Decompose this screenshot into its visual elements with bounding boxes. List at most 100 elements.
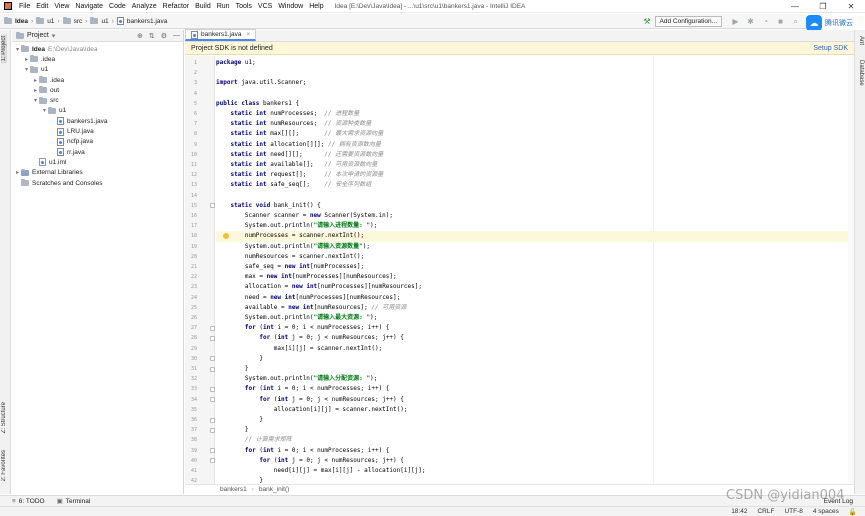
code-line[interactable]: Scanner scanner = new Scanner(System.in)… — [216, 211, 854, 221]
code-line[interactable]: numProcesses = scanner.nextInt(); — [216, 231, 854, 242]
breadcrumb-item[interactable]: Idea — [15, 18, 28, 25]
code-line[interactable]: } — [216, 425, 854, 435]
menu-item-analyze[interactable]: Analyze — [129, 3, 160, 10]
chevron-down-icon[interactable]: ▾ — [41, 107, 48, 114]
fold-marker-icon[interactable] — [210, 325, 215, 331]
code-line[interactable]: for (int j = 0; j < numResources; j++) { — [216, 395, 854, 405]
gear-icon[interactable]: ⚙ — [161, 32, 167, 40]
code-line[interactable]: System.out.println("请输入进程数量: "); — [216, 221, 854, 231]
code-line[interactable]: } — [216, 415, 854, 425]
code-line[interactable]: max = new int[numProcesses][numResources… — [216, 272, 854, 282]
tree-item[interactable]: ▸ .idea — [12, 54, 183, 64]
tree-item[interactable]: ▸Scratches and Consoles — [12, 178, 183, 188]
tree-item[interactable]: ▸ out — [12, 85, 183, 95]
lock-icon[interactable]: 🔓 — [849, 508, 857, 516]
code-line[interactable] — [216, 68, 854, 78]
breadcrumb-item[interactable]: src — [74, 18, 83, 25]
code-line[interactable]: for (int i = 0; i < numProcesses; i++) { — [216, 384, 854, 394]
editor-scrollbar[interactable] — [848, 56, 854, 486]
code-line[interactable]: static int request[]; // 本次申请的资源量 — [216, 170, 854, 180]
code-line[interactable]: static int safe_seq[]; // 安全序列数组 — [216, 180, 854, 190]
close-tab-icon[interactable]: × — [246, 31, 250, 38]
tree-item[interactable]: ▸ .idea — [12, 75, 183, 85]
breadcrumb-item[interactable]: u1 — [47, 18, 54, 25]
menu-item-build[interactable]: Build — [192, 3, 214, 10]
project-panel-title[interactable]: Project — [27, 32, 49, 39]
chevron-down-icon[interactable]: ▾ — [32, 97, 39, 104]
code-line[interactable] — [216, 191, 854, 201]
tree-item[interactable]: ▸ External Libraries — [12, 168, 183, 178]
line-separator[interactable]: CRLF — [757, 508, 774, 515]
code-line[interactable]: max[i][j] = scanner.nextInt(); — [216, 344, 854, 354]
tree-item[interactable]: ▾ src — [12, 95, 183, 105]
code-line[interactable]: need = new int[numProcesses][numResource… — [216, 293, 854, 303]
breadcrumb-item[interactable]: u1 — [101, 18, 108, 25]
todo-tab[interactable]: ≡ 6: TODO — [12, 498, 45, 505]
minimize-icon[interactable]: — — [781, 0, 809, 13]
menu-item-file[interactable]: File — [16, 3, 33, 10]
coverage-icon[interactable]: ◔ — [761, 17, 770, 26]
stop-icon[interactable]: ■ — [776, 17, 785, 26]
menu-item-window[interactable]: Window — [275, 3, 306, 10]
code-line[interactable]: allocation[i][j] = scanner.nextInt(); — [216, 405, 854, 415]
run-icon[interactable]: ▶ — [731, 17, 740, 26]
tree-item[interactable]: ▸ncfp.java — [12, 137, 183, 147]
menu-item-edit[interactable]: Edit — [33, 3, 51, 10]
menu-item-view[interactable]: View — [51, 3, 72, 10]
code-line[interactable]: static int numProcesses; // 进程数量 — [216, 109, 854, 119]
code-line[interactable]: System.out.println("请输入分配资源: "); — [216, 374, 854, 384]
chevron-right-icon[interactable]: ▸ — [14, 169, 21, 176]
fold-marker-icon[interactable] — [210, 203, 215, 209]
code-line[interactable]: // 计算需求矩阵 — [216, 435, 854, 445]
tab-project[interactable]: 1: Project — [1, 34, 7, 64]
code-line[interactable]: System.out.println("请输入最大资源: "); — [216, 313, 854, 323]
code-line[interactable]: allocation = new int[numProcesses][numRe… — [216, 282, 854, 292]
chevron-down-icon[interactable]: ▾ — [14, 46, 21, 53]
caret-position[interactable]: 18:42 — [731, 508, 747, 515]
code-line[interactable]: for (int i = 0; i < numProcesses; i++) { — [216, 323, 854, 333]
menu-item-navigate[interactable]: Navigate — [72, 3, 106, 10]
locate-icon[interactable]: ⊕ — [137, 32, 143, 40]
code-line[interactable]: for (int j = 0; j < numResources; j++) { — [216, 333, 854, 343]
code-line[interactable]: static void bank_init() { — [216, 201, 854, 211]
code-line[interactable]: available = new int[numResources]; // 可用… — [216, 303, 854, 313]
fold-marker-icon[interactable] — [210, 448, 215, 454]
code-line[interactable] — [216, 89, 854, 99]
menu-item-vcs[interactable]: VCS — [255, 3, 275, 10]
chevron-down-icon[interactable]: ▾ — [52, 32, 56, 40]
code-line[interactable]: safe_seq = new int[numProcesses]; — [216, 262, 854, 272]
chevron-right-icon[interactable]: ▸ — [32, 77, 39, 84]
debug-icon[interactable]: ✱ — [746, 17, 755, 26]
collapse-all-icon[interactable]: ⇅ — [149, 32, 155, 40]
code-line[interactable]: for (int j = 0; j < numResources; j++) { — [216, 456, 854, 466]
fold-marker-icon[interactable] — [210, 417, 215, 423]
tab-ant[interactable]: Ant — [858, 36, 864, 45]
maximize-icon[interactable]: ❐ — [809, 0, 837, 13]
menu-item-run[interactable]: Run — [214, 3, 233, 10]
code-line[interactable]: package u1; — [216, 58, 854, 68]
terminal-tab[interactable]: ▣ Terminal — [57, 497, 91, 506]
setup-sdk-link[interactable]: Setup SDK — [813, 45, 848, 52]
code-line[interactable]: } — [216, 364, 854, 374]
code-line[interactable]: static int max[][]; // 最大需求资源向量 — [216, 129, 854, 139]
tree-item[interactable]: ▾ Idea E:\Dev\Java\Idea — [12, 44, 183, 54]
code-line[interactable]: System.out.println("请输入资源数量"); — [216, 242, 854, 252]
code-area[interactable]: 1 2 3 4 5 6 7 8 9 10 11 12 13 14 15 16 17 18 19 20 21 22 23 24 2… — [185, 56, 854, 486]
fold-marker-icon[interactable] — [210, 356, 215, 362]
menu-item-code[interactable]: Code — [106, 3, 129, 10]
breadcrumb-item[interactable]: bankers1.java — [127, 18, 167, 25]
tree-item[interactable]: ▾ u1 — [12, 106, 183, 116]
code-line[interactable]: static int numResources; // 资源种类数量 — [216, 119, 854, 129]
fold-marker-icon[interactable] — [210, 458, 215, 464]
fold-marker-icon[interactable] — [210, 366, 215, 372]
add-configuration-button[interactable]: Add Configuration... — [654, 16, 722, 27]
tab-database[interactable]: Database — [858, 60, 864, 86]
code-line[interactable]: need[i][j] = max[i][j] - allocation[i][j… — [216, 466, 854, 476]
fold-marker-icon[interactable] — [210, 427, 215, 433]
tab-structure[interactable]: Z: Structure — [1, 402, 7, 433]
indent-setting[interactable]: 4 spaces — [813, 508, 839, 515]
code-line[interactable]: public class bankers1 { — [216, 99, 854, 109]
code-breadcrumb-item[interactable]: bank_init() — [259, 486, 289, 493]
event-log-tab[interactable]: Event Log — [824, 498, 853, 505]
code-line[interactable]: static int available[]; // 可用资源数向量 — [216, 160, 854, 170]
